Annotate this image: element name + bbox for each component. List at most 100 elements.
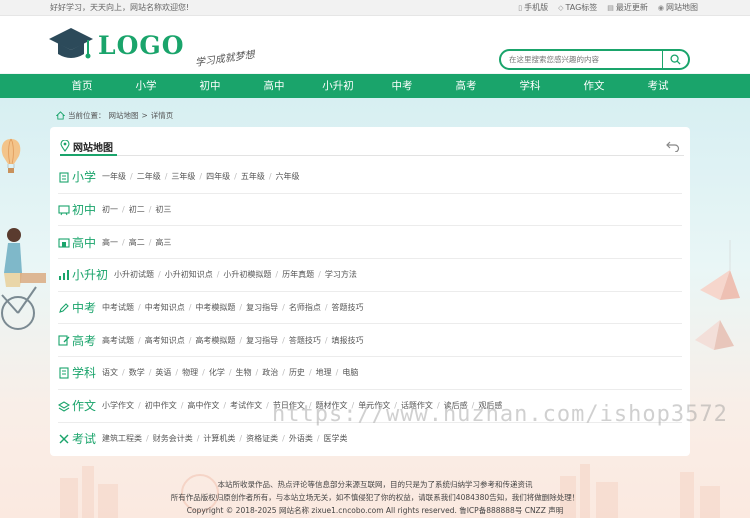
link[interactable]: 初中作文 bbox=[145, 400, 177, 411]
bar-chart-icon bbox=[59, 269, 69, 280]
link[interactable]: 地理 bbox=[316, 367, 332, 378]
link[interactable]: 政治 bbox=[262, 367, 278, 378]
link[interactable]: 二年级 bbox=[137, 171, 161, 182]
link[interactable]: 初二 bbox=[129, 204, 145, 215]
category-label: 作文 bbox=[72, 399, 97, 414]
category-subjects[interactable]: 学科 bbox=[58, 364, 96, 381]
search-button[interactable] bbox=[662, 51, 688, 68]
top-links: ▯ 手机版 ◇ TAG标签 ▤ 最近更新 ◉ 网站地图 bbox=[518, 2, 698, 13]
link[interactable]: 高二 bbox=[129, 237, 145, 248]
top-link-sitemap[interactable]: ◉ 网站地图 bbox=[658, 2, 698, 13]
category-label: 小学 bbox=[72, 170, 97, 185]
nav-item-home[interactable]: 首页 bbox=[50, 74, 114, 98]
link[interactable]: 物理 bbox=[182, 367, 198, 378]
link[interactable]: 医学类 bbox=[324, 433, 348, 444]
link[interactable]: 语文 bbox=[102, 367, 118, 378]
link[interactable]: 财务会计类 bbox=[153, 433, 193, 444]
breadcrumb-link-sitemap[interactable]: 网站地图 bbox=[109, 110, 139, 121]
category-xiaoshengchu[interactable]: 小升初 bbox=[58, 266, 108, 283]
category-zhongkao[interactable]: 中考 bbox=[58, 299, 96, 316]
link[interactable]: 小升初知识点 bbox=[165, 269, 213, 280]
link[interactable]: 建筑工程类 bbox=[102, 433, 142, 444]
link[interactable]: 初一 bbox=[102, 204, 118, 215]
link[interactable]: 高三 bbox=[155, 237, 171, 248]
link[interactable]: 外语类 bbox=[289, 433, 313, 444]
link[interactable]: 电脑 bbox=[342, 367, 358, 378]
top-link-tags[interactable]: ◇ TAG标签 bbox=[558, 2, 597, 13]
link[interactable]: 高考模拟题 bbox=[195, 335, 235, 346]
link[interactable]: 三年级 bbox=[171, 171, 195, 182]
category-essay[interactable]: 作文 bbox=[58, 397, 96, 414]
footer-line-1: 本站所收录作品、热点评论等信息部分来源互联网，目的只是为了系统归纳学习参考和传递… bbox=[217, 480, 533, 489]
link[interactable]: 填报技巧 bbox=[332, 335, 364, 346]
category-junior[interactable]: 初中 bbox=[58, 201, 96, 218]
link[interactable]: 小升初试题 bbox=[114, 269, 154, 280]
welcome-text: 好好学习，天天向上，网站名称欢迎您! bbox=[50, 3, 190, 12]
link[interactable]: 历史 bbox=[289, 367, 305, 378]
category-senior[interactable]: 高中 bbox=[58, 234, 96, 251]
link[interactable]: 高考试题 bbox=[102, 335, 134, 346]
link[interactable]: 考试作文 bbox=[230, 400, 262, 411]
search-icon bbox=[670, 54, 681, 65]
link[interactable]: 一年级 bbox=[102, 171, 126, 182]
category-exams[interactable]: 考试 bbox=[58, 430, 96, 447]
link[interactable]: 高考知识点 bbox=[145, 335, 185, 346]
notebook-icon bbox=[59, 367, 69, 379]
breadcrumb-current: 详情页 bbox=[150, 111, 174, 120]
nav-item-junior[interactable]: 初中 bbox=[178, 74, 242, 98]
link[interactable]: 五年级 bbox=[241, 171, 265, 182]
link[interactable]: 答题技巧 bbox=[332, 302, 364, 313]
link[interactable]: 中考模拟题 bbox=[195, 302, 235, 313]
link[interactable]: 生物 bbox=[236, 367, 252, 378]
category-label: 高考 bbox=[72, 333, 97, 348]
link[interactable]: 资格证类 bbox=[246, 433, 278, 444]
link[interactable]: 四年级 bbox=[206, 171, 230, 182]
link[interactable]: 中考试题 bbox=[102, 302, 134, 313]
nav-item-gaokao[interactable]: 高考 bbox=[434, 74, 498, 98]
search-input[interactable] bbox=[501, 51, 662, 68]
top-bar: 好好学习，天天向上，网站名称欢迎您! ▯ 手机版 ◇ TAG标签 ▤ 最近更新 … bbox=[0, 0, 750, 16]
link[interactable]: 答题技巧 bbox=[289, 335, 321, 346]
nav-item-primary[interactable]: 小学 bbox=[114, 74, 178, 98]
category-label: 学科 bbox=[72, 366, 97, 381]
category-links: 初一 / 初二 / 初三 bbox=[102, 204, 172, 215]
footer: 本站所收录作品、热点评论等信息部分来源互联网，目的只是为了系统归纳学习参考和传递… bbox=[0, 478, 750, 517]
pencil-icon bbox=[58, 335, 70, 346]
logo[interactable]: LOGO bbox=[48, 26, 184, 64]
tag-icon: ◇ bbox=[558, 3, 564, 12]
back-arrow-icon[interactable] bbox=[666, 140, 680, 152]
link[interactable]: 六年级 bbox=[276, 171, 300, 182]
nav-item-essay[interactable]: 作文 bbox=[562, 74, 626, 98]
link[interactable]: 复习指导 bbox=[246, 302, 278, 313]
nav-item-subjects[interactable]: 学科 bbox=[498, 74, 562, 98]
link[interactable]: 学习方法 bbox=[325, 269, 357, 280]
link[interactable]: 初三 bbox=[155, 204, 171, 215]
top-link-mobile[interactable]: ▯ 手机版 bbox=[518, 2, 548, 13]
paper-cranes-illustration bbox=[695, 240, 740, 350]
link[interactable]: 化学 bbox=[209, 367, 225, 378]
link[interactable]: 计算机类 bbox=[203, 433, 235, 444]
link[interactable]: 小升初模拟题 bbox=[223, 269, 271, 280]
link[interactable]: 中考知识点 bbox=[145, 302, 185, 313]
link[interactable]: 英语 bbox=[155, 367, 171, 378]
girl-bicycle-illustration bbox=[1, 228, 46, 330]
top-link-recent[interactable]: ▤ 最近更新 bbox=[607, 2, 648, 13]
link[interactable]: 高中作文 bbox=[187, 400, 219, 411]
link[interactable]: 高一 bbox=[102, 237, 118, 248]
breadcrumb-prefix: 当前位置： bbox=[68, 111, 106, 120]
link[interactable]: 历年真题 bbox=[282, 269, 314, 280]
link[interactable]: 数学 bbox=[129, 367, 145, 378]
category-gaokao[interactable]: 高考 bbox=[58, 332, 96, 349]
search-box bbox=[499, 49, 690, 70]
link[interactable]: 复习指导 bbox=[246, 335, 278, 346]
nav-item-exams[interactable]: 考试 bbox=[626, 74, 690, 98]
tools-icon bbox=[59, 434, 69, 444]
link[interactable]: 名师指点 bbox=[289, 302, 321, 313]
blackboard-icon bbox=[58, 204, 70, 215]
nav-item-senior[interactable]: 高中 bbox=[242, 74, 306, 98]
category-links: 中考试题 / 中考知识点 / 中考模拟题 / 复习指导 / 名师指点 / 答题技巧 bbox=[102, 302, 364, 313]
nav-item-xiaoshengchu[interactable]: 小升初 bbox=[306, 74, 370, 98]
link[interactable]: 小学作文 bbox=[102, 400, 134, 411]
category-primary[interactable]: 小学 bbox=[58, 168, 96, 185]
nav-item-zhongkao[interactable]: 中考 bbox=[370, 74, 434, 98]
